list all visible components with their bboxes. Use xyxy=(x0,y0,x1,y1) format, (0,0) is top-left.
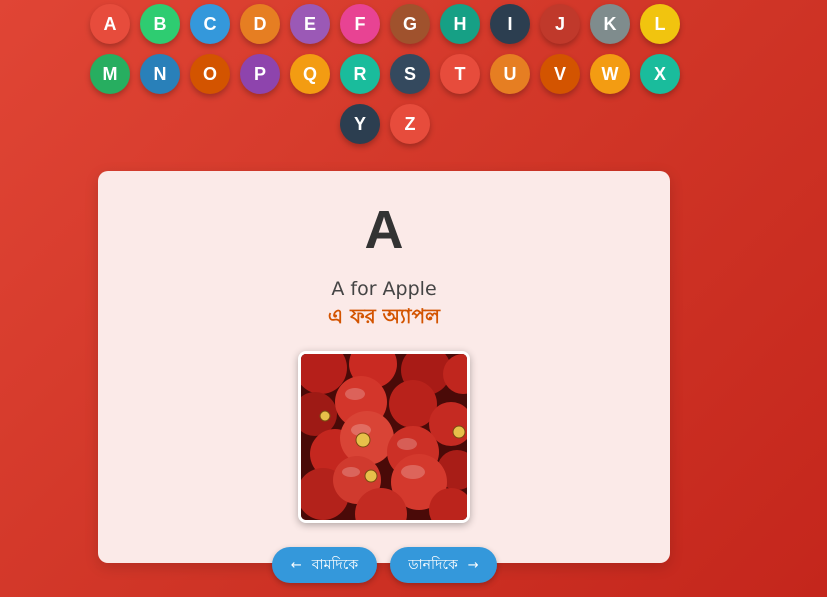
letter-button-t[interactable]: T xyxy=(440,54,480,94)
letter-button-a[interactable]: A xyxy=(90,4,130,44)
letter-button-n[interactable]: N xyxy=(140,54,180,94)
letter-button-y[interactable]: Y xyxy=(340,104,380,144)
arrow-right-icon: → xyxy=(467,557,479,573)
selected-letter: A xyxy=(364,200,404,260)
letter-button-b[interactable]: B xyxy=(140,4,180,44)
arrow-left-icon: ← xyxy=(290,557,302,573)
letter-button-j[interactable]: J xyxy=(540,4,580,44)
bengali-word: এ ফর অ্যাপল xyxy=(327,304,441,328)
prev-button[interactable]: ← বামদিকে xyxy=(272,547,377,583)
apples-photo-image xyxy=(301,354,467,520)
letter-button-m[interactable]: M xyxy=(90,54,130,94)
english-word: A for Apple xyxy=(331,278,437,300)
letter-button-l[interactable]: L xyxy=(640,4,680,44)
prev-button-label: বামদিকে xyxy=(311,557,359,573)
letter-button-p[interactable]: P xyxy=(240,54,280,94)
next-button[interactable]: ডানদিকে → xyxy=(390,547,497,583)
letter-button-g[interactable]: G xyxy=(390,4,430,44)
letter-button-z[interactable]: Z xyxy=(390,104,430,144)
letter-button-k[interactable]: K xyxy=(590,4,630,44)
letter-button-u[interactable]: U xyxy=(490,54,530,94)
letter-button-w[interactable]: W xyxy=(590,54,630,94)
letter-button-h[interactable]: H xyxy=(440,4,480,44)
apples-photo xyxy=(298,351,470,523)
letter-button-s[interactable]: S xyxy=(390,54,430,94)
letter-button-c[interactable]: C xyxy=(190,4,230,44)
letter-button-o[interactable]: O xyxy=(190,54,230,94)
alphabet-grid: ABCDEFGHIJKL MNOPQRSTUVWX YZ xyxy=(85,4,685,144)
letter-button-q[interactable]: Q xyxy=(290,54,330,94)
letter-button-f[interactable]: F xyxy=(340,4,380,44)
letter-button-i[interactable]: I xyxy=(490,4,530,44)
letter-button-d[interactable]: D xyxy=(240,4,280,44)
letter-card: A A for Apple এ ফর অ্যাপল xyxy=(98,171,670,563)
letter-button-x[interactable]: X xyxy=(640,54,680,94)
letter-button-r[interactable]: R xyxy=(340,54,380,94)
letter-button-v[interactable]: V xyxy=(540,54,580,94)
next-button-label: ডানদিকে xyxy=(408,557,458,573)
letter-button-e[interactable]: E xyxy=(290,4,330,44)
